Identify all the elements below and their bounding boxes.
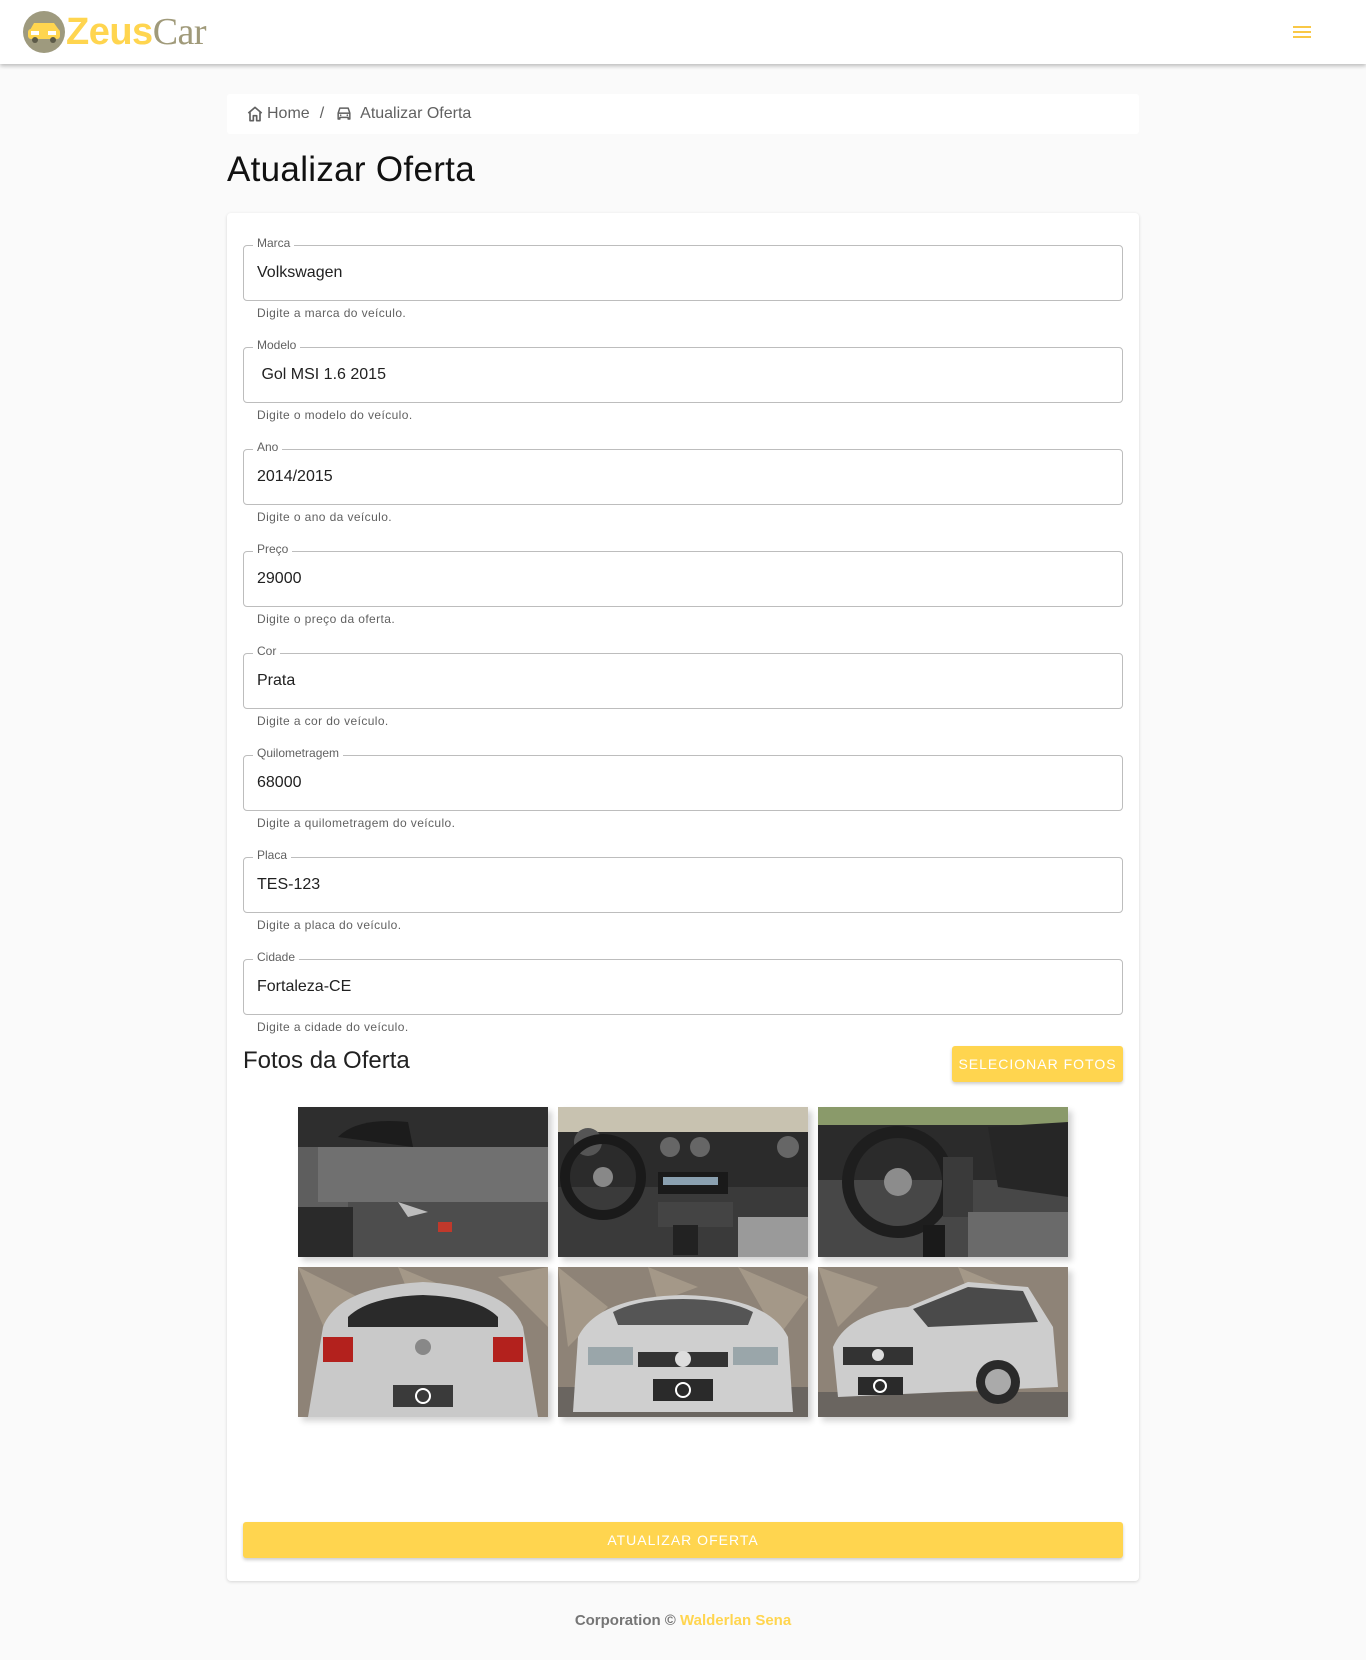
photos-section-title: Fotos da Oferta [243,1047,410,1074]
mileage-hint: Digite a quilometragem do veículo. [257,816,456,830]
breadcrumb-separator: / [319,105,325,122]
year-input[interactable] [257,449,1107,505]
hamburger-menu-icon[interactable] [1290,20,1314,44]
breadcrumb-home-label: Home [267,105,310,122]
home-icon [247,106,263,122]
photo-gallery [298,1107,1068,1417]
top-app-bar: ZeusCar [0,0,1366,64]
price-field[interactable]: Preço [243,542,1123,607]
steering-wheel-photo[interactable] [818,1107,1068,1257]
model-input[interactable] [257,347,1107,403]
city-field[interactable]: Cidade [243,950,1123,1015]
logo-text-zeus: Zeus [66,11,153,53]
footer: Corporation © Walderlan Sena [0,1612,1366,1629]
dashboard-photo[interactable] [558,1107,808,1257]
mileage-field[interactable]: Quilometragem [243,746,1123,811]
footer-prefix: Corporation © [574,1612,676,1629]
plate-field[interactable]: Placa [243,848,1123,913]
brand-hint: Digite a marca do veículo. [257,306,407,320]
model-hint: Digite o modelo do veículo. [257,408,413,422]
select-photos-button[interactable]: Selecionar Fotos [952,1046,1123,1082]
car-icon [337,107,351,120]
car-front-photo[interactable] [558,1267,808,1417]
footer-author-link[interactable]: Walderlan Sena [680,1612,791,1629]
car-side-front-photo[interactable] [818,1267,1068,1417]
breadcrumb-home[interactable]: Home [245,104,310,124]
logo-text-car: Car [152,11,207,53]
plate-hint: Digite a placa do veículo. [257,918,402,932]
model-field[interactable]: Modelo [243,338,1123,403]
rear-seat-photo[interactable] [298,1107,548,1257]
car-rear-photo[interactable] [298,1267,548,1417]
color-hint: Digite a cor do veículo. [257,714,389,728]
offer-form-card: Marca Digite a marca do veículo. Modelo … [227,213,1139,1581]
update-offer-button[interactable]: Atualizar Oferta [243,1522,1123,1558]
logo-wordmark: ZeusCar [66,10,207,54]
price-input[interactable] [257,551,1107,607]
brand-input[interactable] [257,245,1107,301]
car-logo-icon [22,10,66,54]
brand-field[interactable]: Marca [243,236,1123,301]
year-field[interactable]: Ano [243,440,1123,505]
breadcrumb-current: Atualizar Oferta [334,104,471,124]
zeuscar-logo[interactable]: ZeusCar [22,8,222,56]
color-field[interactable]: Cor [243,644,1123,709]
year-hint: Digite o ano da veículo. [257,510,393,524]
color-input[interactable] [257,653,1107,709]
city-input[interactable] [257,959,1107,1015]
price-hint: Digite o preço da oferta. [257,612,396,626]
page-title: Atualizar Oferta [227,150,475,189]
city-hint: Digite a cidade do veículo. [257,1020,409,1034]
breadcrumb: Home / Atualizar Oferta [227,94,1139,134]
plate-input[interactable] [257,857,1107,913]
mileage-input[interactable] [257,755,1107,811]
breadcrumb-current-label: Atualizar Oferta [360,105,472,122]
